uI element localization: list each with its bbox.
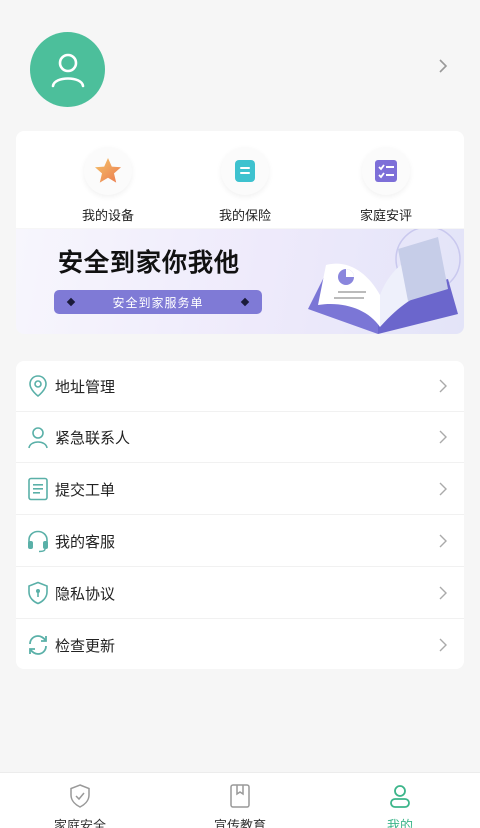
shield-check-icon	[70, 784, 90, 808]
menu-item-label: 检查更新	[55, 637, 116, 655]
document-icon	[235, 160, 255, 182]
banner-title: 安全到家你我他	[58, 248, 241, 277]
chevron-right-icon	[439, 534, 447, 548]
quick-action-label: 家庭安评	[359, 209, 412, 224]
menu-item-check-update[interactable]: 检查更新	[16, 620, 464, 671]
location-pin-icon	[29, 375, 47, 398]
settings-menu: 地址管理 紧急联系人 提交工单 我的客服 隐私协议 检查更新	[16, 361, 464, 669]
avatar[interactable]	[30, 32, 105, 107]
person-icon	[390, 785, 410, 808]
chevron-right-icon	[439, 586, 447, 600]
menu-item-work-order[interactable]: 提交工单	[16, 464, 464, 515]
tab-label: 宣传教育	[213, 819, 266, 828]
diamond-icon	[66, 297, 76, 307]
chevron-right-icon	[439, 638, 447, 652]
headset-icon	[28, 530, 48, 553]
star-icon	[95, 158, 121, 183]
quick-action-label: 我的保险	[218, 209, 271, 224]
menu-item-label: 紧急联系人	[55, 429, 131, 447]
quick-action-my-devices[interactable]: 我的设备	[48, 147, 168, 224]
quick-action-my-insurance[interactable]: 我的保险	[185, 147, 305, 224]
quick-icon-wrap	[84, 147, 132, 195]
menu-item-customer-service[interactable]: 我的客服	[16, 516, 464, 567]
book-icon	[230, 784, 250, 808]
menu-item-label: 我的客服	[55, 533, 116, 551]
tab-education[interactable]: 宣传教育	[180, 783, 300, 828]
menu-item-privacy[interactable]: 隐私协议	[16, 568, 464, 619]
menu-item-label: 地址管理	[55, 378, 116, 396]
tab-label: 家庭安全	[53, 819, 106, 828]
chevron-right-icon	[439, 379, 447, 393]
chevron-right-icon[interactable]	[436, 58, 450, 74]
quick-action-label: 我的设备	[81, 209, 134, 224]
banner-service-button[interactable]: 安全到家服务单	[54, 290, 262, 314]
quick-icon-wrap	[221, 147, 269, 195]
shield-lock-icon	[28, 581, 48, 605]
profile-header[interactable]	[0, 0, 480, 125]
menu-item-emergency-contact[interactable]: 紧急联系人	[16, 412, 464, 463]
quick-actions-card: 我的设备 我的保险 家庭安评	[16, 131, 464, 228]
open-book-icon	[308, 229, 461, 334]
tab-label: 我的	[386, 819, 413, 828]
tab-mine[interactable]: 我的	[340, 783, 460, 828]
menu-item-label: 提交工单	[55, 481, 116, 499]
bottom-tab-bar: 家庭安全 宣传教育 我的	[0, 772, 480, 828]
chevron-right-icon	[439, 430, 447, 444]
refresh-icon	[29, 635, 47, 655]
banner-button-label: 安全到家服务单	[112, 295, 204, 310]
menu-item-label: 隐私协议	[55, 585, 116, 603]
diamond-icon	[240, 297, 250, 307]
chevron-right-icon	[439, 482, 447, 496]
work-order-icon	[28, 477, 48, 501]
checklist-icon	[375, 160, 397, 182]
menu-item-address[interactable]: 地址管理	[16, 361, 464, 412]
contact-person-icon	[28, 427, 48, 449]
quick-icon-wrap	[362, 147, 410, 195]
user-icon	[51, 53, 84, 87]
tab-home-safety[interactable]: 家庭安全	[20, 783, 140, 828]
promo-banner[interactable]: 安全到家你我他 安全到家服务单	[16, 229, 464, 334]
quick-action-home-assessment[interactable]: 家庭安评	[326, 147, 446, 224]
